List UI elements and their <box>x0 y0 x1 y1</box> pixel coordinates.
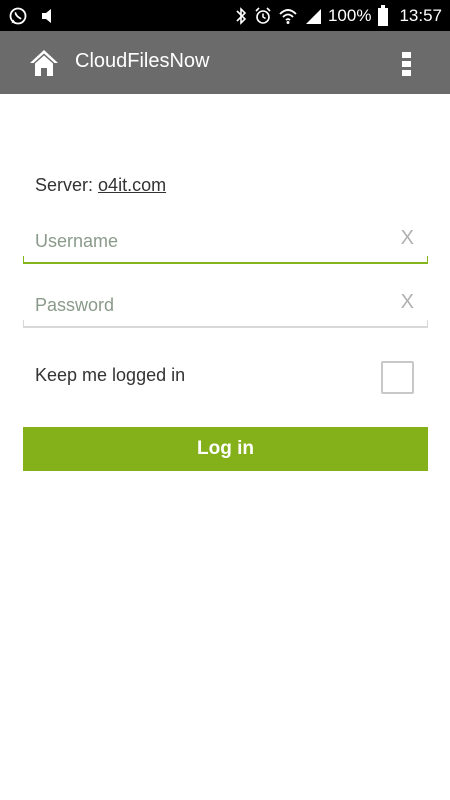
password-clear-button[interactable]: X <box>401 291 414 314</box>
keep-logged-in-label: Keep me logged in <box>35 365 186 385</box>
volume-icon <box>38 7 56 25</box>
keep-logged-in-checkbox[interactable] <box>381 361 414 394</box>
server-label: Server: <box>35 175 94 195</box>
clock: 13:57 <box>399 5 442 25</box>
status-right-icons: 100% 13:57 <box>234 4 442 27</box>
login-button[interactable]: Log in <box>23 427 428 471</box>
password-field-container: X <box>23 286 428 328</box>
username-underline <box>23 256 428 264</box>
username-clear-button[interactable]: X <box>401 227 414 250</box>
overflow-menu-icon-dot <box>401 70 411 76</box>
username-input[interactable] <box>23 222 393 260</box>
battery-icon <box>377 4 389 27</box>
app-bar: CloudFilesNow <box>0 31 450 94</box>
server-link[interactable]: o4it.com <box>98 175 166 195</box>
home-icon <box>28 50 60 82</box>
password-underline <box>23 320 428 328</box>
server-info: Server: o4it.com <box>35 175 166 196</box>
signal-icon <box>304 7 322 25</box>
status-bar: 100% 13:57 <box>0 0 450 31</box>
password-input[interactable] <box>23 286 393 324</box>
app-title: CloudFilesNow <box>75 50 210 72</box>
overflow-menu-icon <box>401 52 411 58</box>
battery-percentage: 100% <box>327 5 372 25</box>
wifi-icon <box>278 6 298 26</box>
overflow-menu-button[interactable] <box>398 49 414 79</box>
overflow-menu-icon-dot <box>401 61 411 67</box>
alarm-icon <box>254 6 272 26</box>
whatsapp-icon <box>8 6 28 26</box>
username-field-container: X <box>23 222 428 264</box>
home-button[interactable] <box>28 48 60 78</box>
status-left-icons <box>8 6 56 26</box>
bluetooth-icon <box>234 6 248 26</box>
